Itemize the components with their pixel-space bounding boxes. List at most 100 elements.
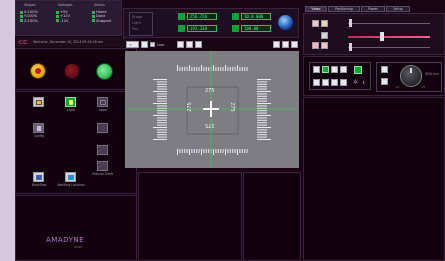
target-tick bbox=[239, 67, 241, 71]
intensity-slider-thumb-3[interactable] bbox=[349, 43, 352, 51]
target-tick bbox=[205, 67, 207, 71]
intensity-slider-track-1[interactable] bbox=[348, 23, 430, 24]
zoom-knob[interactable] bbox=[401, 66, 421, 86]
tool-button-workflow[interactable] bbox=[33, 172, 44, 182]
move-button-8[interactable] bbox=[331, 79, 338, 86]
step-arrows-icon[interactable]: ⬍ bbox=[362, 79, 365, 86]
target-tick bbox=[222, 149, 224, 153]
live-checkbox[interactable]: ✓ bbox=[150, 41, 155, 47]
target-tick bbox=[153, 79, 167, 80]
working-location-icon bbox=[68, 175, 74, 180]
status-col3-title: Status bbox=[94, 3, 105, 7]
stop-button-core bbox=[35, 68, 41, 74]
light-mode-button-4[interactable] bbox=[312, 42, 319, 49]
pause-button[interactable] bbox=[65, 64, 79, 78]
intensity-slider-track-2[interactable] bbox=[348, 36, 430, 38]
zoom-out-button[interactable] bbox=[186, 41, 193, 48]
camera-view[interactable]: 275 275 275 275 bbox=[125, 51, 299, 168]
target-tick bbox=[203, 67, 205, 71]
application-window: Stages Voltages Status X:100% Y:100% Z:1… bbox=[15, 0, 445, 261]
status-col3-list: Home Done Stopped bbox=[92, 10, 111, 23]
intensity-slider-thumb-2[interactable] bbox=[380, 32, 384, 41]
target-tick bbox=[157, 134, 167, 136]
zoom-fit-button[interactable] bbox=[195, 41, 202, 48]
tool-button-laser[interactable] bbox=[97, 97, 108, 107]
target-tick bbox=[257, 127, 271, 128]
intensity-slider-track-3[interactable] bbox=[348, 47, 430, 48]
positioning-panel: ✲ ⬍ +0 +5 300 nm bbox=[303, 56, 445, 96]
move-button-1[interactable] bbox=[313, 66, 320, 73]
move-button-2[interactable] bbox=[322, 66, 329, 73]
tool-button-light[interactable] bbox=[65, 97, 76, 107]
target-tick bbox=[257, 129, 267, 131]
y-readout: 192.330 bbox=[187, 25, 217, 32]
camera-icon bbox=[36, 100, 42, 105]
record-button[interactable] bbox=[141, 41, 148, 48]
move-button-3[interactable] bbox=[331, 66, 338, 73]
grid-button[interactable] bbox=[282, 41, 289, 48]
tool-button-blank-2[interactable] bbox=[97, 145, 108, 155]
tool-button-working-location[interactable] bbox=[65, 172, 76, 182]
move-button-4[interactable] bbox=[340, 66, 347, 73]
status-dot-icon bbox=[20, 14, 23, 18]
target-tick bbox=[241, 67, 243, 71]
target-tick bbox=[257, 91, 271, 92]
move-button-6[interactable] bbox=[313, 79, 320, 86]
snapshot-button[interactable]: ▭ bbox=[126, 41, 139, 48]
right-lower-panel bbox=[303, 97, 445, 261]
target-tick bbox=[193, 149, 195, 153]
light-mode-button-1[interactable] bbox=[312, 20, 319, 27]
light-mode-button-2[interactable] bbox=[321, 20, 328, 27]
fullscreen-button[interactable] bbox=[291, 41, 298, 48]
move-button-5[interactable] bbox=[354, 66, 362, 74]
zoom-box: +0 +5 300 nm bbox=[376, 62, 442, 92]
tab-video[interactable]: Video bbox=[305, 6, 327, 12]
tab-positioning[interactable]: Positioning bbox=[328, 6, 360, 12]
move-button-7[interactable] bbox=[322, 79, 329, 86]
step-gear-icon[interactable]: ✲ bbox=[353, 79, 358, 86]
x-axis-icon bbox=[178, 13, 185, 20]
w-readout: 100.00 bbox=[241, 25, 271, 32]
target-tick bbox=[201, 149, 202, 155]
readout-panel: Stage Light Pos 256.720 192.330 10.0 000… bbox=[123, 8, 299, 38]
app-logo-icon: ⊂⊏ bbox=[18, 39, 29, 46]
target-tick bbox=[157, 122, 167, 124]
target-tick bbox=[220, 149, 222, 153]
tab-power[interactable]: Power bbox=[361, 6, 385, 12]
tool-button-camera[interactable] bbox=[33, 97, 44, 107]
target-tick bbox=[217, 149, 219, 153]
workflow-icon bbox=[36, 175, 42, 180]
tab-setup[interactable]: Setup bbox=[386, 6, 410, 12]
target-tick bbox=[203, 149, 205, 153]
intensity-slider-thumb-1[interactable] bbox=[349, 19, 352, 27]
message-text: Welcome, December 10, 2024 09:34:46 am bbox=[33, 40, 103, 44]
target-tick bbox=[208, 149, 210, 153]
target-tick bbox=[257, 110, 267, 112]
tool-button-manual[interactable] bbox=[97, 161, 108, 171]
target-tick bbox=[239, 149, 241, 153]
light-mode-button-5[interactable] bbox=[321, 42, 328, 49]
zoom-in-button[interactable] bbox=[177, 41, 184, 48]
target-tick bbox=[244, 67, 246, 71]
light-mode-button-3[interactable] bbox=[321, 32, 328, 39]
target-tick bbox=[257, 119, 267, 121]
target-tick bbox=[234, 67, 236, 71]
target-tick bbox=[157, 81, 167, 83]
tool-button-blank-1[interactable] bbox=[97, 123, 108, 133]
target-tick bbox=[208, 67, 210, 71]
target-tick bbox=[215, 67, 217, 71]
tool-label-config: Config bbox=[33, 134, 45, 138]
status-dot-icon bbox=[92, 19, 95, 23]
zoom-reset-button[interactable] bbox=[381, 66, 388, 73]
helmet-icon[interactable] bbox=[278, 15, 293, 30]
tool-button-config[interactable] bbox=[33, 123, 44, 133]
zoom-lock-button[interactable] bbox=[381, 78, 388, 85]
target-tick bbox=[257, 136, 267, 138]
move-button-9[interactable] bbox=[340, 79, 347, 86]
stop-button[interactable] bbox=[31, 64, 45, 78]
target-tick bbox=[241, 149, 243, 153]
target-tick bbox=[222, 67, 224, 71]
target-tick bbox=[157, 117, 167, 119]
settings-button[interactable] bbox=[273, 41, 280, 48]
start-button[interactable] bbox=[97, 64, 112, 79]
